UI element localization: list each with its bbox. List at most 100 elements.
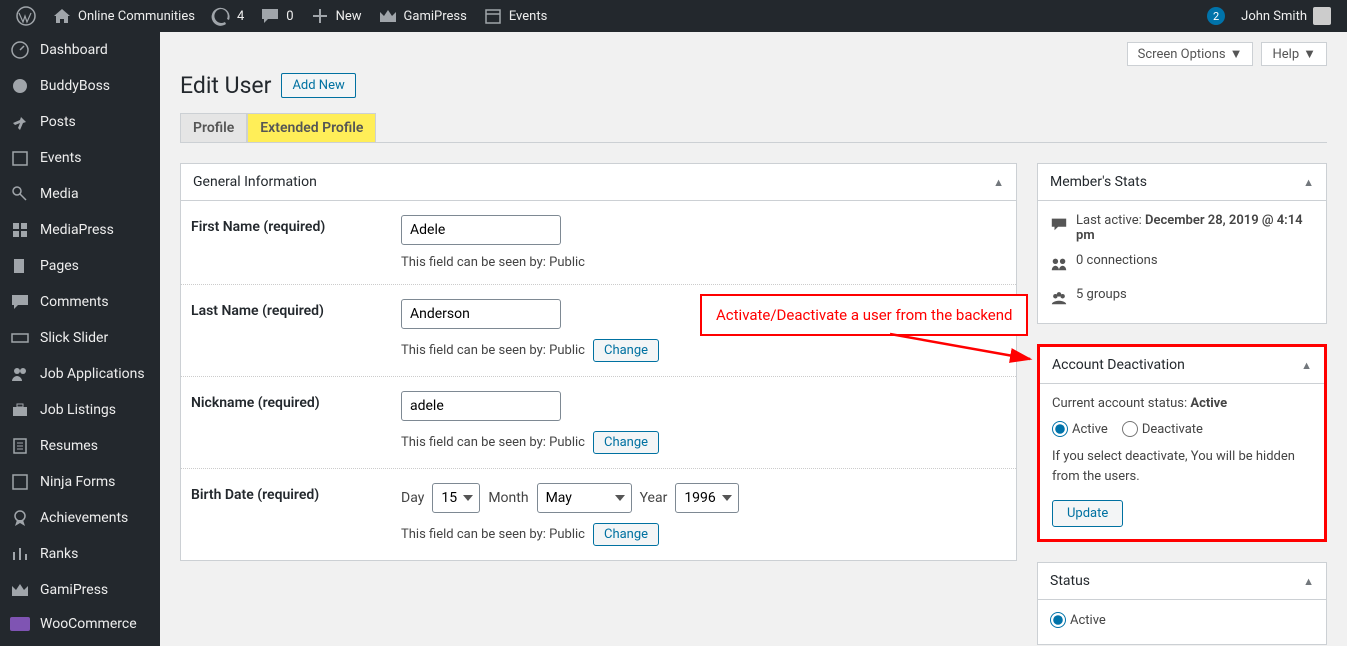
birth-date-label: Birth Date (required) bbox=[191, 483, 381, 546]
visibility-text: This field can be seen by: Public bbox=[401, 255, 585, 270]
briefcase-icon bbox=[10, 400, 30, 420]
box-title: General Information bbox=[193, 174, 317, 190]
tab-profile[interactable]: Profile bbox=[180, 113, 247, 142]
user-menu[interactable]: John Smith bbox=[1233, 0, 1339, 32]
last-active: Last active: December 28, 2019 @ 4:14 pm bbox=[1076, 213, 1314, 243]
collapse-icon[interactable]: ▲ bbox=[1303, 575, 1314, 588]
collapse-icon[interactable]: ▲ bbox=[1301, 359, 1312, 372]
sidebar-item-achievements[interactable]: Achievements bbox=[0, 500, 160, 536]
sidebar-item-dashboard[interactable]: Dashboard bbox=[0, 32, 160, 68]
wp-logo[interactable] bbox=[8, 0, 44, 32]
buddyboss-icon bbox=[10, 76, 30, 96]
groups-icon bbox=[1050, 289, 1068, 311]
sidebar-label: WooCommerce bbox=[40, 616, 137, 632]
caret-down-icon: ▼ bbox=[1303, 46, 1316, 62]
member-stats-box: Member's Stats▲ Last active: December 28… bbox=[1037, 163, 1327, 324]
slider-icon bbox=[10, 328, 30, 348]
add-new-button[interactable]: Add New bbox=[281, 73, 355, 98]
visibility-text: This field can be seen by: Public bbox=[401, 343, 585, 358]
comments-count: 0 bbox=[286, 9, 293, 24]
sidebar-item-woo[interactable]: WooCommerce bbox=[0, 608, 160, 640]
last-name-input[interactable] bbox=[401, 299, 561, 329]
sidebar-label: Resumes bbox=[40, 438, 98, 454]
sidebar-label: Job Applications bbox=[40, 366, 145, 382]
screen-options-button[interactable]: Screen Options ▼ bbox=[1127, 42, 1254, 66]
group-icon bbox=[10, 364, 30, 384]
change-button[interactable]: Change bbox=[593, 523, 659, 546]
sidebar-item-resumes[interactable]: Resumes bbox=[0, 428, 160, 464]
sidebar-item-posts[interactable]: Posts bbox=[0, 104, 160, 140]
sidebar-item-gamipress[interactable]: GamiPress bbox=[0, 572, 160, 608]
gamipress-label: GamiPress bbox=[404, 9, 467, 24]
gamipress-link[interactable]: GamiPress bbox=[370, 0, 475, 32]
sidebar-item-comments[interactable]: Comments bbox=[0, 284, 160, 320]
user-name-label: John Smith bbox=[1241, 9, 1307, 24]
notifications[interactable]: 2 bbox=[1199, 0, 1233, 32]
account-deactivation-box: Account Deactivation ▲ Current account st… bbox=[1037, 344, 1327, 542]
crown-icon bbox=[378, 6, 398, 26]
comment-icon bbox=[10, 292, 30, 312]
form-icon bbox=[10, 472, 30, 492]
nickname-input[interactable] bbox=[401, 391, 561, 421]
day-select[interactable]: 15 bbox=[432, 483, 480, 513]
sidebar-item-pages[interactable]: Pages bbox=[0, 248, 160, 284]
activity-icon bbox=[1050, 215, 1068, 237]
sidebar-label: MediaPress bbox=[40, 222, 114, 238]
updates-icon bbox=[211, 6, 231, 26]
connections-icon bbox=[1050, 255, 1068, 277]
year-label: Year bbox=[640, 490, 668, 506]
updates-count: 4 bbox=[237, 9, 244, 24]
box-title: Account Deactivation bbox=[1052, 357, 1185, 373]
month-select[interactable]: May bbox=[537, 483, 632, 513]
collapse-icon[interactable]: ▲ bbox=[993, 176, 1004, 189]
sidebar-label: Pages bbox=[40, 258, 79, 274]
crown-icon bbox=[10, 580, 30, 600]
sidebar-item-slick[interactable]: Slick Slider bbox=[0, 320, 160, 356]
first-name-input[interactable] bbox=[401, 215, 561, 245]
new-link[interactable]: New bbox=[302, 0, 370, 32]
sidebar-item-ranks[interactable]: Ranks bbox=[0, 536, 160, 572]
calendar-icon bbox=[483, 6, 503, 26]
calendar-icon bbox=[10, 148, 30, 168]
first-name-label: First Name (required) bbox=[191, 215, 381, 270]
updates-link[interactable]: 4 bbox=[203, 0, 252, 32]
collapse-icon[interactable]: ▲ bbox=[1303, 176, 1314, 189]
events-label: Events bbox=[509, 9, 547, 24]
sidebar-item-joblistings[interactable]: Job Listings bbox=[0, 392, 160, 428]
current-status: Current account status: Active bbox=[1052, 396, 1312, 411]
sidebar-label: Job Listings bbox=[40, 402, 116, 418]
change-button[interactable]: Change bbox=[593, 431, 659, 454]
radio-status-active[interactable]: Active bbox=[1050, 612, 1106, 628]
sidebar-label: Slick Slider bbox=[40, 330, 108, 346]
update-button[interactable]: Update bbox=[1052, 500, 1123, 527]
sidebar-item-buddyboss[interactable]: BuddyBoss bbox=[0, 68, 160, 104]
sidebar-item-events[interactable]: Events bbox=[0, 140, 160, 176]
deactivation-note: If you select deactivate, You will be hi… bbox=[1052, 447, 1312, 486]
change-button[interactable]: Change bbox=[593, 339, 659, 362]
sidebar-item-jobapps[interactable]: Job Applications bbox=[0, 356, 160, 392]
tab-extended-profile[interactable]: Extended Profile bbox=[247, 113, 376, 142]
year-select[interactable]: 1996 bbox=[675, 483, 739, 513]
sidebar-item-ninja[interactable]: Ninja Forms bbox=[0, 464, 160, 500]
month-label: Month bbox=[488, 490, 528, 506]
groups-text: 5 groups bbox=[1076, 287, 1127, 302]
grid-icon bbox=[10, 220, 30, 240]
caret-down-icon: ▼ bbox=[1230, 46, 1243, 62]
help-button[interactable]: Help ▼ bbox=[1261, 42, 1327, 66]
events-link[interactable]: Events bbox=[475, 0, 555, 32]
sidebar-label: GamiPress bbox=[40, 582, 108, 598]
sidebar-item-mediapress[interactable]: MediaPress bbox=[0, 212, 160, 248]
sidebar-label: Comments bbox=[40, 294, 109, 310]
sidebar-label: Events bbox=[40, 150, 81, 166]
sidebar-item-media[interactable]: Media bbox=[0, 176, 160, 212]
site-name-link[interactable]: Online Communities bbox=[44, 0, 203, 32]
radio-active[interactable]: Active bbox=[1052, 421, 1108, 437]
sidebar-label: Posts bbox=[40, 114, 76, 130]
radio-deactivate[interactable]: Deactivate bbox=[1122, 421, 1203, 437]
award-icon bbox=[10, 508, 30, 528]
plus-icon bbox=[310, 6, 330, 26]
general-information-box: General Information ▲ First Name (require… bbox=[180, 163, 1017, 561]
avatar-icon bbox=[1313, 7, 1331, 25]
comments-link[interactable]: 0 bbox=[252, 0, 301, 32]
sidebar-label: Ranks bbox=[40, 546, 78, 562]
